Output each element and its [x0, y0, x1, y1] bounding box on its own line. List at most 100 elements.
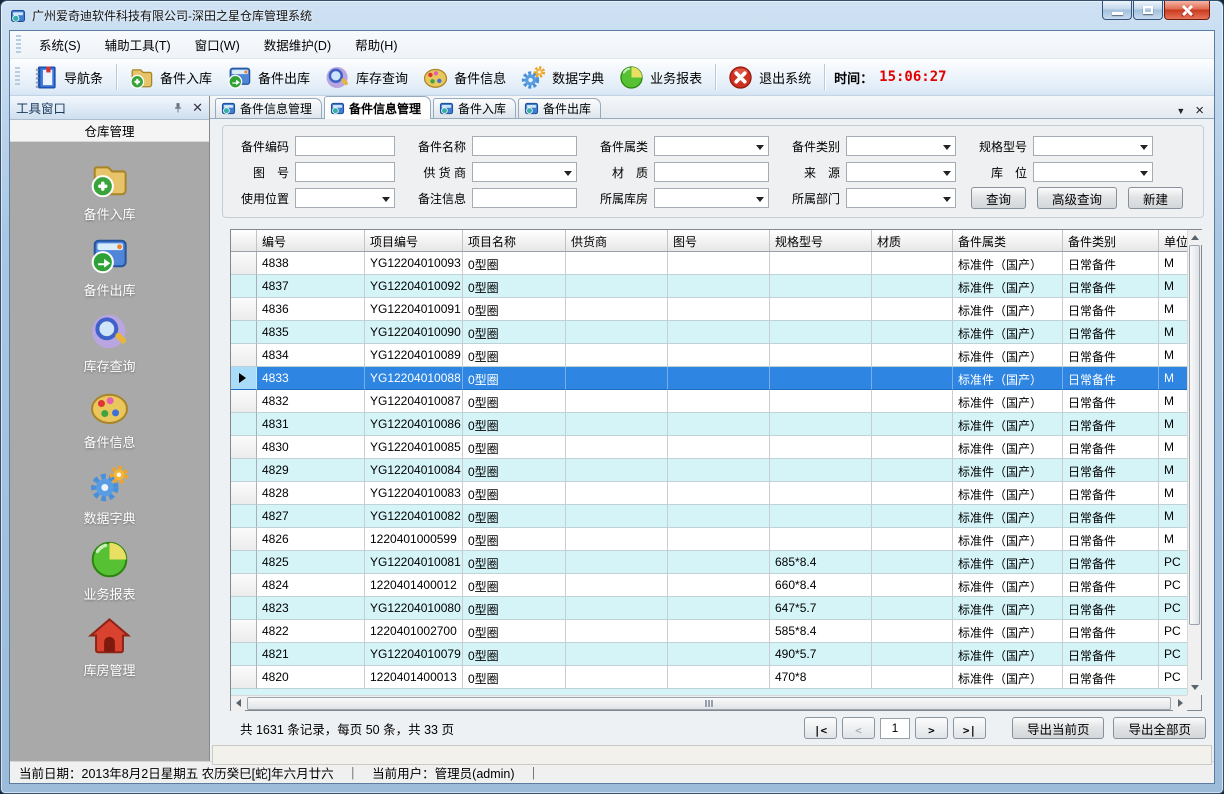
- row-selector[interactable]: [231, 482, 257, 505]
- row-selector[interactable]: [231, 505, 257, 528]
- search-advanced-query-button[interactable]: 高级查询: [1037, 187, 1117, 209]
- row-selector[interactable]: [231, 413, 257, 436]
- export-all-pages-button[interactable]: 导出全部页: [1113, 717, 1206, 739]
- table-row[interactable]: 4821YG122040100790型圈490*5.7标准件（国产）日常备件PC: [231, 643, 1187, 666]
- row-selector[interactable]: [231, 390, 257, 413]
- menu-system[interactable]: 系统(S): [27, 31, 93, 58]
- table-row[interactable]: 4834YG122040100890型圈标准件（国产）日常备件M: [231, 344, 1187, 367]
- table-row[interactable]: 482212204010027000型圈585*8.4标准件（国产）日常备件PC: [231, 620, 1187, 643]
- row-selector[interactable]: [231, 597, 257, 620]
- menu-window[interactable]: 窗口(W): [183, 31, 252, 58]
- part-class-select[interactable]: [846, 136, 956, 156]
- toolbar-report-button[interactable]: 业务报表: [612, 62, 710, 93]
- search-query-button[interactable]: 查询: [971, 187, 1026, 209]
- part-code-input[interactable]: [295, 136, 395, 156]
- table-row[interactable]: 482012204014000130型圈470*8标准件（国产）日常备件PC: [231, 666, 1187, 689]
- toolbar-navbar-button[interactable]: 导航条: [26, 62, 111, 93]
- row-selector[interactable]: [231, 321, 257, 344]
- toolbar-exit-button[interactable]: 退出系统: [721, 62, 819, 93]
- toolbar-inventory-button[interactable]: 库存查询: [318, 62, 416, 93]
- sidebar-item-report[interactable]: 业务报表: [50, 538, 170, 603]
- row-selector[interactable]: [231, 459, 257, 482]
- horizontal-scrollbar[interactable]: [231, 695, 1187, 710]
- sidebar-item-inventory[interactable]: 库存查询: [50, 310, 170, 375]
- row-selector[interactable]: [231, 298, 257, 321]
- table-row[interactable]: 4823YG122040100800型圈647*5.7标准件（国产）日常备件PC: [231, 597, 1187, 620]
- part-name-input[interactable]: [472, 136, 577, 156]
- menu-data-maintenance[interactable]: 数据维护(D): [252, 31, 343, 58]
- tool-window-close-icon[interactable]: ✕: [192, 101, 203, 114]
- table-row[interactable]: 4832YG122040100870型圈标准件（国产）日常备件M: [231, 390, 1187, 413]
- part-category-select[interactable]: [654, 136, 769, 156]
- toolbar-parts-info-button[interactable]: 备件信息: [416, 62, 514, 93]
- toolbar-grip[interactable]: [15, 67, 20, 87]
- warehouse-select[interactable]: [654, 188, 769, 208]
- sidebar-item-stock-in[interactable]: 备件入库: [50, 158, 170, 223]
- search-new-button[interactable]: 新建: [1128, 187, 1183, 209]
- next-page-button[interactable]: >: [915, 717, 948, 739]
- table-row[interactable]: 4838YG122040100930型圈标准件（国产）日常备件M: [231, 252, 1187, 275]
- remark-input[interactable]: [472, 188, 577, 208]
- menu-aux-tools[interactable]: 辅助工具(T): [93, 31, 183, 58]
- table-row[interactable]: 4829YG122040100840型圈标准件（国产）日常备件M: [231, 459, 1187, 482]
- close-button[interactable]: [1164, 1, 1210, 20]
- table-row[interactable]: 482612204010005990型圈标准件（国产）日常备件M: [231, 528, 1187, 551]
- material-input[interactable]: [654, 162, 769, 182]
- spec-model-select[interactable]: [1033, 136, 1153, 156]
- export-current-page-button[interactable]: 导出当前页: [1012, 717, 1105, 739]
- prev-page-button[interactable]: <: [842, 717, 875, 739]
- row-selector[interactable]: [231, 528, 257, 551]
- source-select[interactable]: [846, 162, 956, 182]
- row-selector[interactable]: [231, 666, 257, 689]
- table-row[interactable]: 4830YG122040100850型圈标准件（国产）日常备件M: [231, 436, 1187, 459]
- scroll-down-icon[interactable]: [1188, 680, 1202, 695]
- row-selector[interactable]: [231, 620, 257, 643]
- scroll-left-icon[interactable]: [231, 696, 245, 711]
- sidebar-item-stock-out[interactable]: 备件出库: [50, 234, 170, 299]
- vertical-scrollbar[interactable]: [1187, 230, 1201, 695]
- table-row[interactable]: 4827YG122040100820型圈标准件（国产）日常备件M: [231, 505, 1187, 528]
- row-selector[interactable]: [231, 643, 257, 666]
- tab-1[interactable]: 备件信息管理: [324, 96, 431, 119]
- tab-0[interactable]: 备件信息管理: [215, 98, 322, 118]
- row-selector[interactable]: [231, 436, 257, 459]
- menu-help[interactable]: 帮助(H): [343, 31, 409, 58]
- table-row[interactable]: 4835YG122040100900型圈标准件（国产）日常备件M: [231, 321, 1187, 344]
- department-select[interactable]: [846, 188, 956, 208]
- sidebar-item-parts-info[interactable]: 备件信息: [50, 386, 170, 451]
- supplier-select[interactable]: [472, 162, 577, 182]
- sidebar-item-data-dict[interactable]: 数据字典: [50, 462, 170, 527]
- sidebar-item-warehouse[interactable]: 库房管理: [50, 614, 170, 679]
- toolbar-stock-in-button[interactable]: 备件入库: [122, 62, 220, 93]
- toolbar-stock-out-button[interactable]: 备件出库: [220, 62, 318, 93]
- scroll-up-icon[interactable]: [1188, 230, 1202, 245]
- table-row[interactable]: 4828YG122040100830型圈标准件（国产）日常备件M: [231, 482, 1187, 505]
- tab-close-icon[interactable]: ×: [1195, 103, 1204, 118]
- toolbar-data-dict-button[interactable]: 数据字典: [514, 62, 612, 93]
- tab-3[interactable]: 备件出库: [518, 98, 601, 118]
- row-selector-current[interactable]: [231, 367, 257, 390]
- table-row[interactable]: 4837YG122040100920型圈标准件（国产）日常备件M: [231, 275, 1187, 298]
- table-row[interactable]: 4833YG122040100880型圈标准件（国产）日常备件M: [231, 367, 1187, 390]
- scroll-right-icon[interactable]: [1173, 696, 1187, 711]
- storage-location-select[interactable]: [1033, 162, 1153, 182]
- drawing-no-input[interactable]: [295, 162, 395, 182]
- table-row[interactable]: 482412204014000120型圈660*8.4标准件（国产）日常备件PC: [231, 574, 1187, 597]
- last-page-button[interactable]: >|: [953, 717, 986, 739]
- row-selector[interactable]: [231, 574, 257, 597]
- table-row[interactable]: 4836YG122040100910型圈标准件（国产）日常备件M: [231, 298, 1187, 321]
- row-selector[interactable]: [231, 344, 257, 367]
- table-row[interactable]: 4831YG122040100860型圈标准件（国产）日常备件M: [231, 413, 1187, 436]
- table-row[interactable]: 4825YG122040100810型圈685*8.4标准件（国产）日常备件PC: [231, 551, 1187, 574]
- current-page-input[interactable]: [880, 718, 910, 739]
- row-selector[interactable]: [231, 551, 257, 574]
- usage-position-select[interactable]: [295, 188, 395, 208]
- first-page-button[interactable]: |<: [804, 717, 837, 739]
- row-selector[interactable]: [231, 275, 257, 298]
- maximize-button[interactable]: [1133, 1, 1163, 20]
- row-selector[interactable]: [231, 252, 257, 275]
- horizontal-scroll-thumb[interactable]: [247, 697, 1171, 710]
- minimize-button[interactable]: [1102, 1, 1132, 20]
- tab-list-dropdown-icon[interactable]: ▼: [1176, 106, 1185, 116]
- tab-2[interactable]: 备件入库: [433, 98, 516, 118]
